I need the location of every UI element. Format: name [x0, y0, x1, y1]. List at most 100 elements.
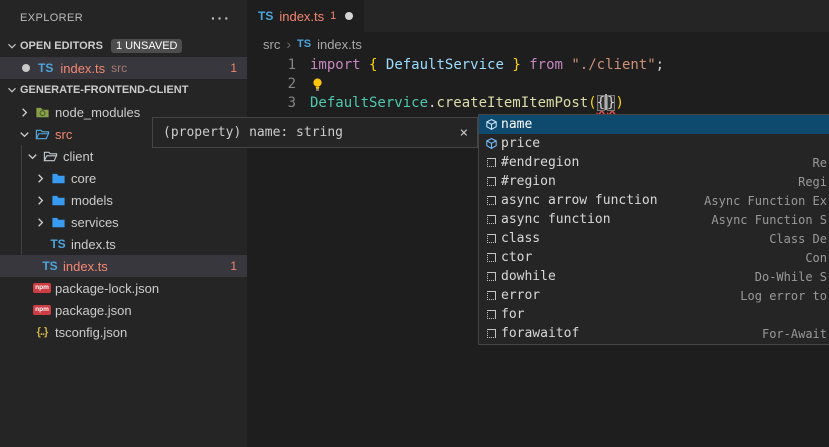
- suggestion-detail: Log error to: [740, 289, 827, 303]
- tree-item-label: index.ts: [63, 259, 108, 274]
- breadcrumb: src › TS index.ts: [247, 32, 829, 56]
- code-token: DefaultService: [310, 94, 428, 113]
- suggestion-label: dowhile: [501, 269, 556, 284]
- snippet-icon: [482, 329, 501, 338]
- suggestion--region[interactable]: #region Regi: [479, 172, 829, 191]
- suggestion-price[interactable]: price: [479, 134, 829, 153]
- suggestion-label: #region: [501, 174, 556, 189]
- code-token: createItemItemPost: [436, 94, 588, 113]
- breadcrumb-folder[interactable]: src: [263, 37, 280, 52]
- chevron-down-icon[interactable]: [16, 126, 32, 142]
- chevron-right-icon[interactable]: [32, 170, 48, 186]
- tree-item-package-json[interactable]: npmpackage.json: [0, 299, 247, 321]
- tree-item-label: package-lock.json: [55, 281, 159, 296]
- tree-item-label: index.ts: [71, 237, 116, 252]
- tree-item-index-ts[interactable]: TSindex.ts 1: [0, 255, 247, 277]
- tree-item-label: src: [55, 127, 72, 142]
- lightbulb-icon[interactable]: [310, 77, 325, 92]
- code-token: [563, 56, 571, 75]
- chevron-down-icon[interactable]: [4, 82, 20, 98]
- chevron-down-icon[interactable]: [24, 148, 40, 164]
- suggestion-class[interactable]: class Class De: [479, 229, 829, 248]
- json-braces-icon: {..}: [32, 324, 52, 340]
- code-line-1[interactable]: 1import { DefaultService } from "./clien…: [247, 56, 829, 75]
- tree-indent-spacer: [16, 302, 32, 318]
- snippet-icon: [482, 234, 501, 243]
- project-section-header[interactable]: GENERATE-FRONTEND-CLIENT: [0, 79, 247, 101]
- tab-indexts[interactable]: TS index.ts 1: [247, 0, 364, 32]
- code-token: "./client": [571, 56, 655, 75]
- tree-item-core[interactable]: core: [0, 167, 247, 189]
- line-content: [296, 75, 325, 94]
- chevron-right-icon[interactable]: [32, 192, 48, 208]
- folder-open-outline-icon: [40, 148, 60, 164]
- code-token: ;: [656, 56, 664, 75]
- tree-item-label: node_modules: [55, 105, 140, 120]
- suggestion-label: async arrow function: [501, 193, 658, 208]
- project-name-label: GENERATE-FRONTEND-CLIENT: [20, 84, 188, 96]
- chevron-down-icon[interactable]: [4, 38, 20, 54]
- snippet-icon: [482, 215, 501, 224]
- tree-indent-spacer: [24, 258, 40, 274]
- ts-file-icon: TS: [297, 38, 311, 50]
- symbol-field-icon: [482, 117, 501, 132]
- suggestion-async-arrow-function[interactable]: async arrow functionAsync Function Ex: [479, 191, 829, 210]
- tree-item-services[interactable]: services: [0, 211, 247, 233]
- suggestion--endregion[interactable]: #endregionRe: [479, 153, 829, 172]
- code-line-2[interactable]: 2: [247, 75, 829, 94]
- chevron-right-icon[interactable]: [16, 104, 32, 120]
- tree-item-error-count: 1: [230, 259, 237, 273]
- suggestion-label: error: [501, 288, 540, 303]
- close-icon[interactable]: ×: [460, 125, 477, 141]
- folder-blue-icon: [48, 170, 68, 186]
- chevron-right-icon[interactable]: [32, 214, 48, 230]
- open-editor-filename: index.ts: [60, 61, 105, 76]
- suggestion-for[interactable]: for: [479, 305, 829, 324]
- suggestion-forawaitof[interactable]: forawaitofFor-Await: [479, 324, 829, 343]
- code-token: [521, 56, 529, 75]
- suggestion-name[interactable]: name: [479, 115, 829, 134]
- suggestion-error[interactable]: error Log error to: [479, 286, 829, 305]
- breadcrumb-file[interactable]: index.ts: [317, 37, 362, 52]
- folder-blue-icon: [48, 214, 68, 230]
- tree-item-label: models: [71, 193, 113, 208]
- folder-blue-icon: [48, 192, 68, 208]
- suggestion-label: price: [501, 136, 540, 151]
- npm-file-icon: npm: [32, 280, 52, 296]
- suggestion-detail: Do-While S: [755, 270, 827, 284]
- tree-indent-spacer: [16, 324, 32, 340]
- tab-modified-dot-icon[interactable]: [345, 12, 353, 20]
- tree-item-package-lock-json[interactable]: npmpackage-lock.json: [0, 277, 247, 299]
- ts-file-icon: TS: [40, 258, 60, 274]
- code-line-3[interactable]: 3DefaultService.createItemItemPost({}): [247, 94, 829, 113]
- line-content: DefaultService.createItemItemPost({}): [296, 94, 624, 113]
- ts-file-icon: TS: [38, 61, 53, 75]
- snippet-icon: [482, 196, 501, 205]
- line-number: 1: [247, 56, 296, 75]
- code-token: import: [310, 56, 361, 75]
- tree-indent-spacer: [32, 236, 48, 252]
- unsaved-badge: 1 UNSAVED: [111, 39, 183, 53]
- suggestion-label: name: [501, 117, 532, 132]
- code-token: {: [369, 56, 377, 75]
- code-token: DefaultService: [386, 56, 504, 75]
- open-editor-item-indexts[interactable]: TS index.ts src 1: [0, 57, 247, 79]
- suggestion-label: class: [501, 231, 540, 246]
- code-token: ): [615, 94, 623, 113]
- more-actions-icon[interactable]: ···: [211, 13, 231, 23]
- snippet-icon: [482, 291, 501, 300]
- code-area[interactable]: 1import { DefaultService } from "./clien…: [247, 56, 829, 113]
- suggestion-ctor[interactable]: ctorCon: [479, 248, 829, 267]
- suggestion-detail: Class De: [769, 232, 827, 246]
- ts-file-icon: TS: [48, 236, 68, 252]
- open-editors-header[interactable]: OPEN EDITORS 1 UNSAVED: [0, 35, 247, 57]
- suggestion-detail: For-Await: [762, 327, 827, 341]
- suggestion-detail: Regi: [798, 175, 827, 189]
- tree-item-models[interactable]: models: [0, 189, 247, 211]
- suggestion-dowhile[interactable]: dowhile Do-While S: [479, 267, 829, 286]
- tree-item-tsconfig-json[interactable]: {..}tsconfig.json: [0, 321, 247, 343]
- tree-item-index-ts[interactable]: TSindex.ts: [0, 233, 247, 255]
- line-content: import { DefaultService } from "./client…: [296, 56, 664, 75]
- suggestion-async-function[interactable]: async functionAsync Function S: [479, 210, 829, 229]
- tree-item-client[interactable]: client: [0, 145, 247, 167]
